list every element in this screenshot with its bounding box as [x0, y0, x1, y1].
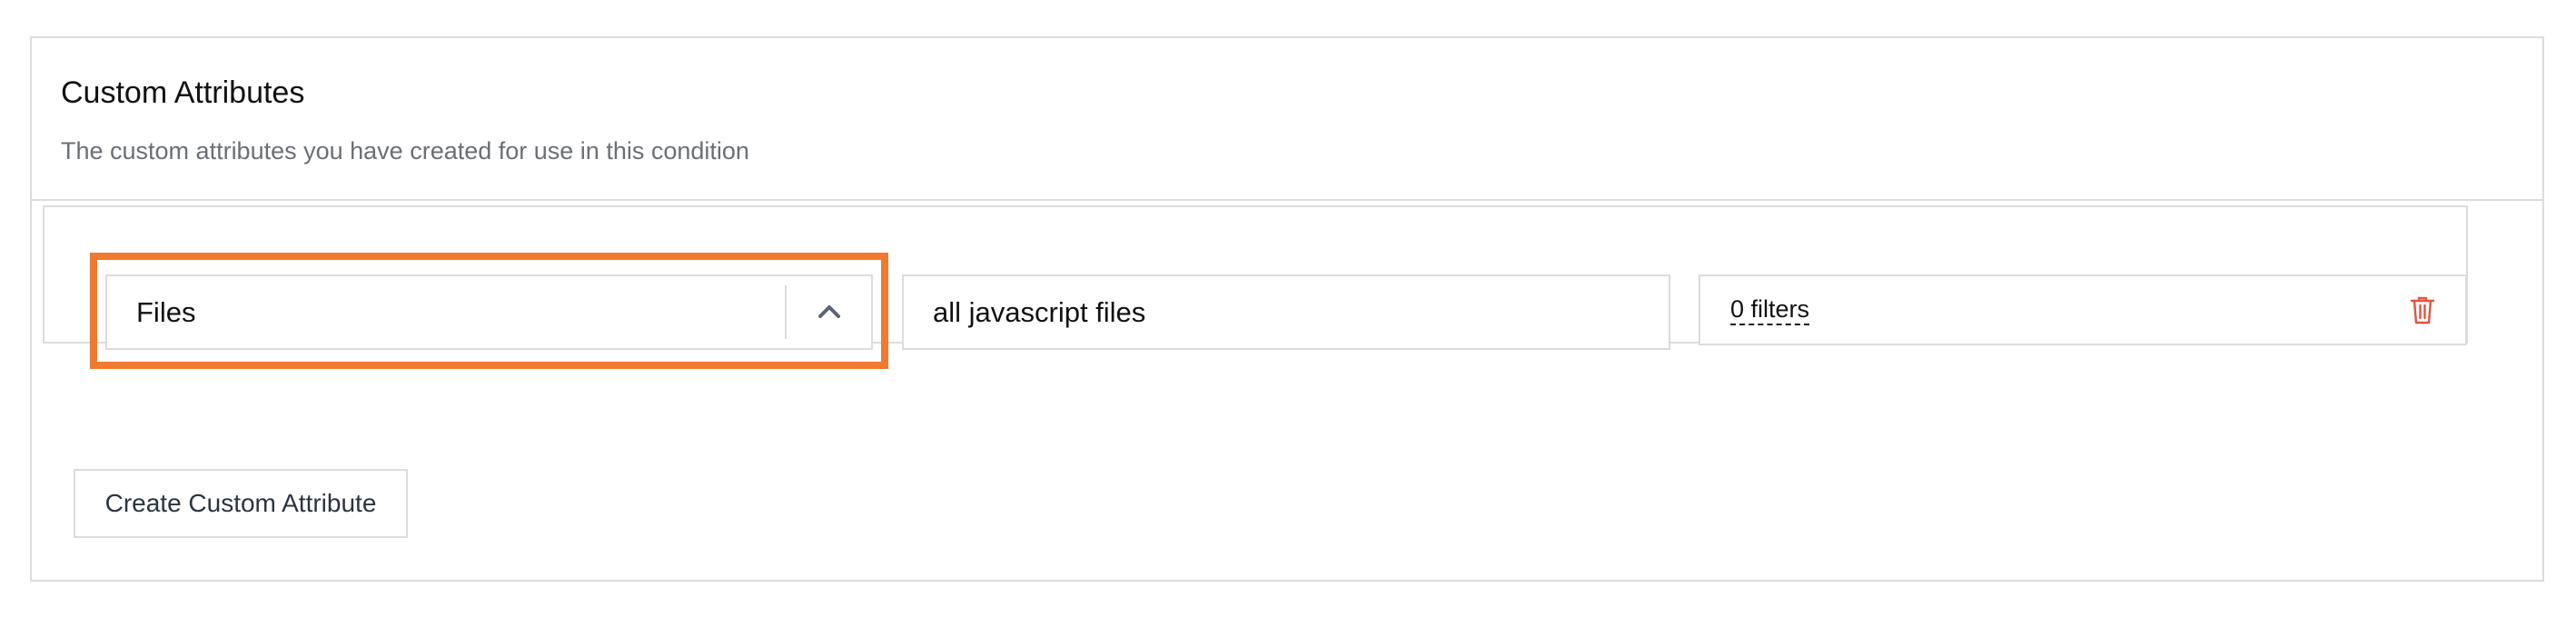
select-divider: [785, 285, 787, 339]
panel-header: Custom Attributes The custom attributes …: [32, 38, 2542, 201]
attribute-type-select[interactable]: Files: [105, 274, 873, 350]
create-custom-attribute-button[interactable]: Create Custom Attribute: [74, 469, 408, 538]
attribute-type-value: Files: [136, 296, 196, 328]
panel-title: Custom Attributes: [61, 75, 305, 110]
attribute-name-input[interactable]: [902, 274, 1670, 350]
filters-link[interactable]: 0 filters: [1730, 294, 1810, 325]
filters-box: 0 filters: [1699, 274, 2467, 345]
trash-icon[interactable]: [2409, 294, 2436, 325]
panel-subtitle: The custom attributes you have created f…: [61, 137, 749, 164]
chevron-up-icon[interactable]: [814, 296, 845, 327]
